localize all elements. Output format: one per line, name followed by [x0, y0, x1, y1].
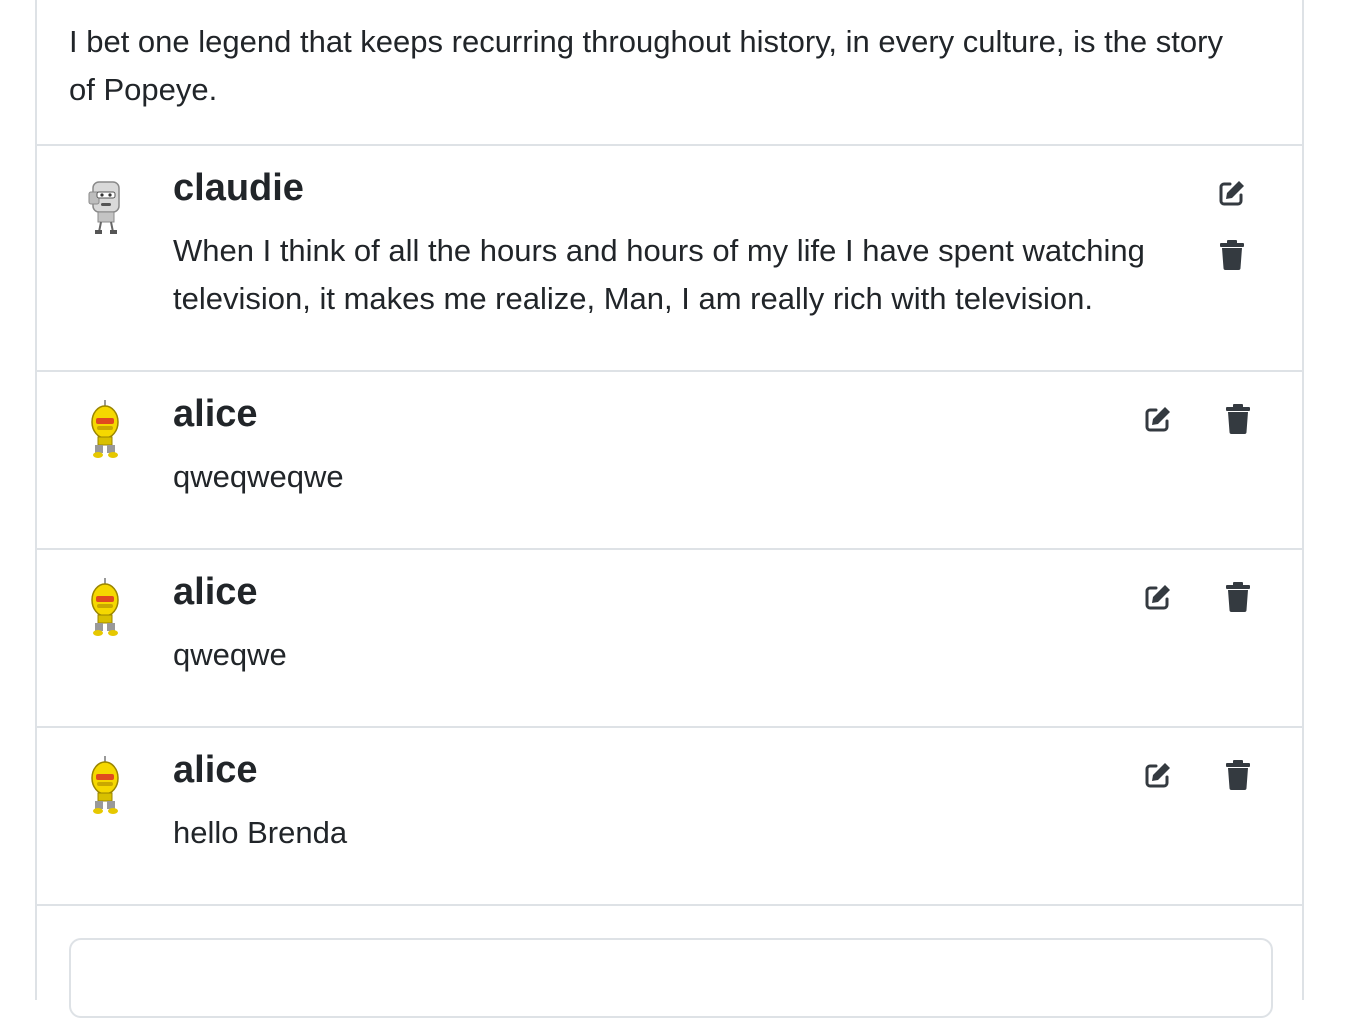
comment-author: claudie: [173, 167, 304, 209]
comment-text: qweqwe: [173, 637, 287, 672]
delete-button[interactable]: [1221, 580, 1255, 614]
edit-button[interactable]: [1141, 402, 1175, 436]
trash-icon: [1226, 582, 1250, 612]
comment-text: When I think of all the hours and hours …: [173, 233, 1145, 316]
comment-item: alice qweqwe: [37, 550, 1302, 726]
comment-item: alice hello Brenda: [37, 728, 1302, 904]
comment-text: qweqweqwe: [173, 459, 344, 494]
trash-icon: [1226, 404, 1250, 434]
edit-button[interactable]: [1215, 176, 1249, 210]
comment-item: claudie When I think of all the hours an…: [37, 146, 1302, 370]
divider: [37, 904, 1302, 906]
new-comment-input[interactable]: [69, 938, 1273, 1018]
edit-icon: [1145, 585, 1170, 610]
yellow-robot-avatar: [91, 756, 119, 814]
yellow-robot-avatar: [91, 578, 119, 636]
delete-button[interactable]: [1215, 238, 1249, 272]
yellow-robot-avatar: [91, 400, 119, 458]
edit-button[interactable]: [1141, 758, 1175, 792]
edit-button[interactable]: [1141, 580, 1175, 614]
comment-author: alice: [173, 571, 258, 613]
delete-button[interactable]: [1221, 758, 1255, 792]
delete-button[interactable]: [1221, 402, 1255, 436]
edit-icon: [1219, 181, 1244, 206]
post-text: I bet one legend that keeps recurring th…: [69, 24, 1223, 107]
trash-icon: [1226, 760, 1250, 790]
comment-item: alice qweqweqwe: [37, 372, 1302, 548]
comment-author: alice: [173, 393, 258, 435]
comment-author: alice: [173, 749, 258, 791]
gray-robot-avatar: [88, 181, 120, 234]
trash-icon: [1220, 240, 1244, 270]
comment-text: hello Brenda: [173, 815, 348, 850]
post-panel: I bet one legend that keeps recurring th…: [35, 0, 1304, 1018]
edit-icon: [1145, 407, 1170, 432]
edit-icon: [1145, 763, 1170, 788]
